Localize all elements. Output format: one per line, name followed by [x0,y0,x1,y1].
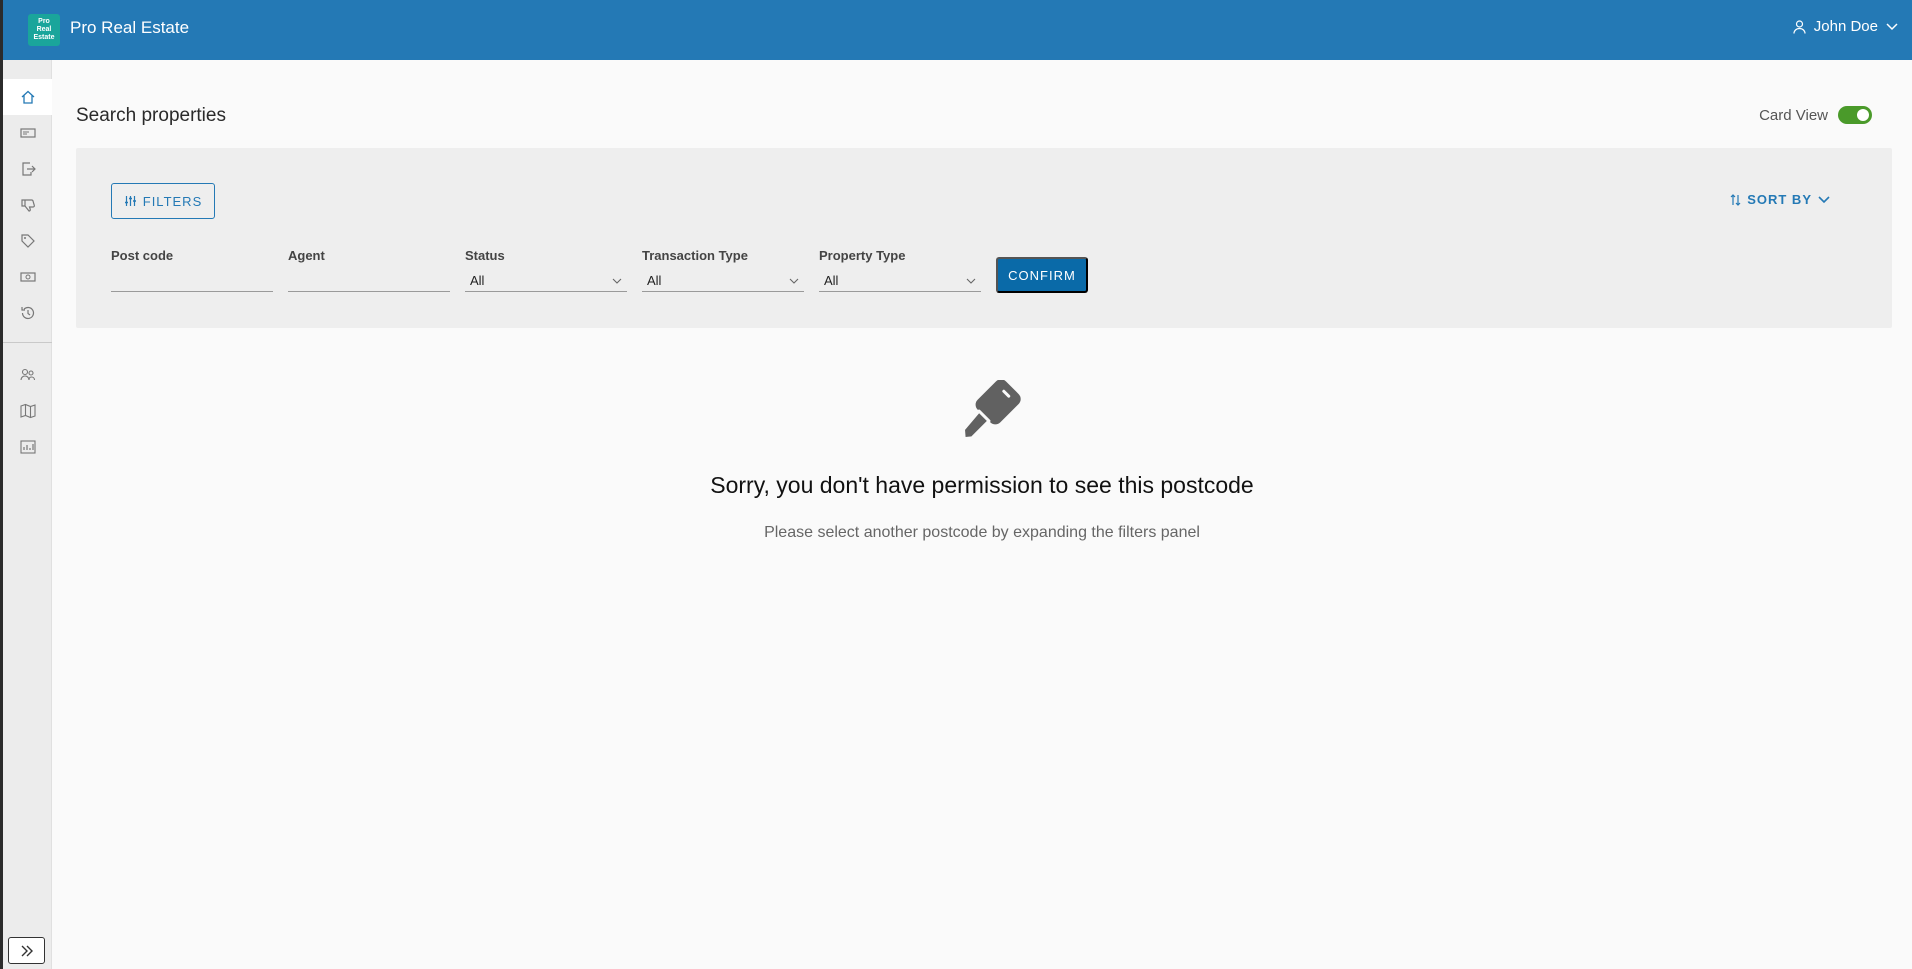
chevron-down-icon [1818,195,1830,203]
filters-panel: FILTERS SORT BY Post code Agent Status A… [76,148,1892,328]
tag-icon [20,234,35,248]
transaction-type-label: Transaction Type [642,248,748,263]
sidebar-item-export[interactable] [3,151,52,187]
sidebar-item-tags[interactable] [3,223,52,259]
home-icon [21,90,34,104]
sidebar-item-people[interactable] [3,357,52,393]
property-type-value: All [824,273,839,288]
sidebar [3,60,52,969]
logo-line-3: Estate [33,34,55,41]
chevron-down-icon [1886,22,1898,30]
double-chevron-right-icon [21,945,33,956]
sidebar-item-map[interactable] [3,393,52,429]
sidebar-item-money[interactable] [3,259,52,295]
filters-button[interactable]: FILTERS [111,183,215,219]
card-view-toggle[interactable] [1838,106,1872,124]
status-value: All [470,273,485,288]
sidebar-item-reports[interactable] [3,429,52,465]
property-type-select[interactable]: All [819,270,981,292]
transaction-type-value: All [647,273,662,288]
people-icon [19,368,35,381]
confirm-button[interactable]: CONFIRM [996,257,1088,293]
property-type-field: Property Type All [819,248,981,292]
page-title: Search properties [76,105,226,126]
agent-input[interactable] [288,270,450,292]
sidebar-divider [3,342,52,343]
user-icon [1793,19,1806,34]
logo-line-2: Real [36,26,52,33]
status-select[interactable]: All [465,270,627,292]
chevron-down-icon [789,278,799,284]
thumbs-down-icon [20,199,35,212]
transaction-type-field: Transaction Type All [642,248,804,292]
key-icon [961,380,1021,441]
history-icon [20,306,34,320]
postcode-field: Post code [111,248,273,292]
money-icon [19,272,36,282]
export-icon [21,162,36,176]
postcode-input[interactable] [111,270,273,292]
sidebar-item-history[interactable] [3,295,52,331]
agent-label: Agent [288,248,325,263]
sidebar-item-dislikes[interactable] [3,187,52,223]
sidebar-item-home[interactable] [3,79,52,115]
card-icon [19,128,36,138]
property-type-label: Property Type [819,248,906,263]
sliders-icon [124,196,136,206]
status-field: Status All [465,248,627,292]
status-label: Status [465,248,505,263]
filters-button-label: FILTERS [142,193,203,209]
sidebar-item-cards[interactable] [3,115,52,151]
user-name: John Doe [1813,18,1878,35]
sort-by-button[interactable]: SORT BY [1730,192,1830,207]
permission-error-title: Sorry, you don't have permission to see … [710,472,1254,498]
agent-field: Agent [288,248,450,292]
transaction-type-select[interactable]: All [642,270,804,292]
card-view-toggle-group: Card View [1759,106,1872,124]
logo-line-1: Pro [38,18,50,25]
chart-icon [19,440,36,454]
permission-error-subtitle: Please select another postcode by expand… [764,524,1200,541]
toggle-knob [1857,109,1869,121]
app-logo[interactable]: Pro Real Estate [28,14,60,46]
sort-by-label: SORT BY [1747,192,1812,207]
sidebar-expand-button[interactable] [8,937,45,964]
postcode-label: Post code [111,248,174,263]
map-icon [19,403,36,419]
chevron-down-icon [612,278,622,284]
user-menu[interactable]: John Doe [1793,18,1898,35]
chevron-down-icon [966,278,976,284]
card-view-label: Card View [1759,106,1828,124]
top-header: Pro Real Estate Pro Real Estate John Doe [3,0,1912,60]
app-title: Pro Real Estate [70,18,190,37]
sort-icon [1730,193,1741,206]
